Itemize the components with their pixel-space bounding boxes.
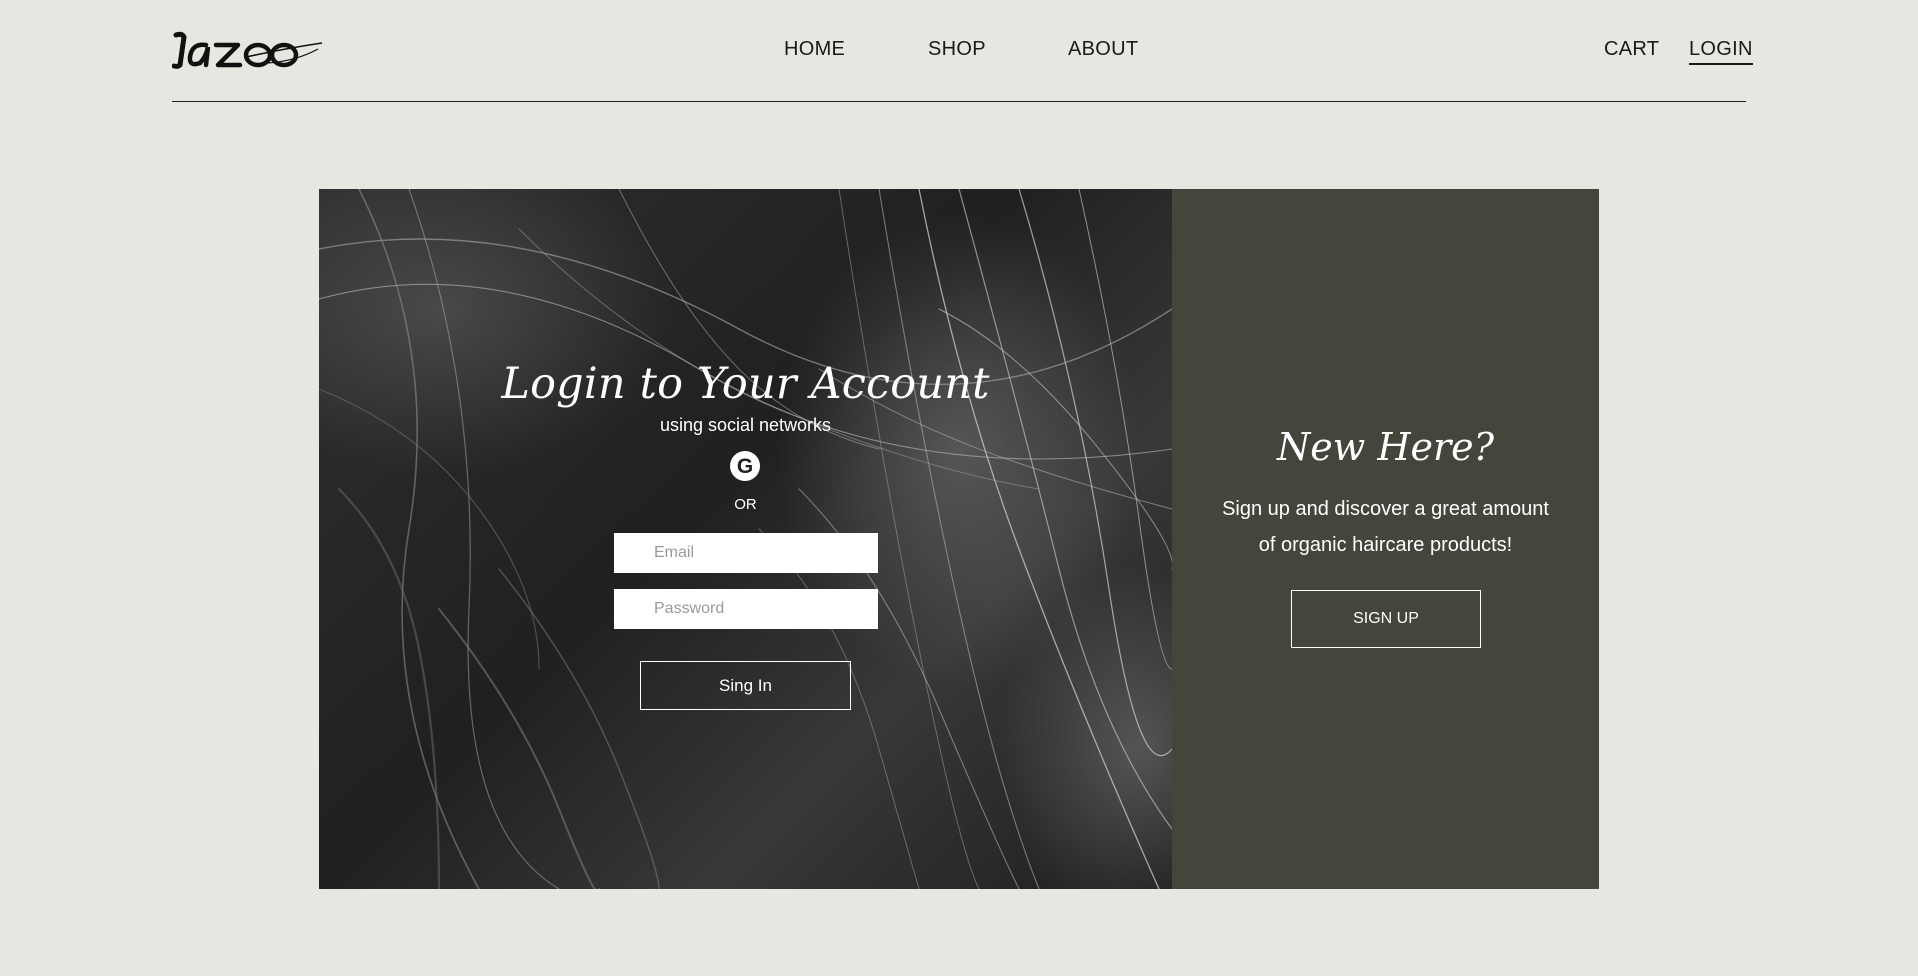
hair-photo-background: Login to Your Account using social netwo… (319, 189, 1172, 889)
auth-card: Login to Your Account using social netwo… (319, 189, 1599, 889)
login-subtitle: using social networks (659, 415, 832, 435)
google-icon: G (736, 455, 754, 478)
email-field[interactable] (614, 533, 878, 573)
brand-logo[interactable] (171, 27, 324, 71)
login-form: Login to Your Account using social netwo… (319, 189, 1172, 889)
signup-description: Sign up and discover a great amount of o… (1222, 498, 1549, 556)
site-header: HOME SHOP ABOUT CART LOGIN (171, 0, 1753, 102)
password-field[interactable] (614, 589, 878, 629)
nav-home[interactable]: HOME (784, 38, 845, 61)
nav-login[interactable]: LOGIN (1689, 38, 1753, 65)
sign-in-button[interactable]: Sing In (640, 661, 851, 710)
signup-panel: New Here? Sign up and discover a great a… (1172, 189, 1599, 889)
nav-cart[interactable]: CART (1604, 38, 1659, 61)
google-login-button[interactable]: G (730, 451, 760, 481)
login-title: Login to Your Account (501, 359, 990, 409)
sign-up-button[interactable]: SIGN UP (1291, 590, 1481, 648)
logo-wordmark-icon (171, 31, 323, 69)
nav-shop[interactable]: SHOP (928, 38, 986, 61)
or-divider-text: OR (734, 496, 757, 513)
signup-title: New Here? (1277, 425, 1494, 469)
nav-about[interactable]: ABOUT (1068, 38, 1138, 61)
